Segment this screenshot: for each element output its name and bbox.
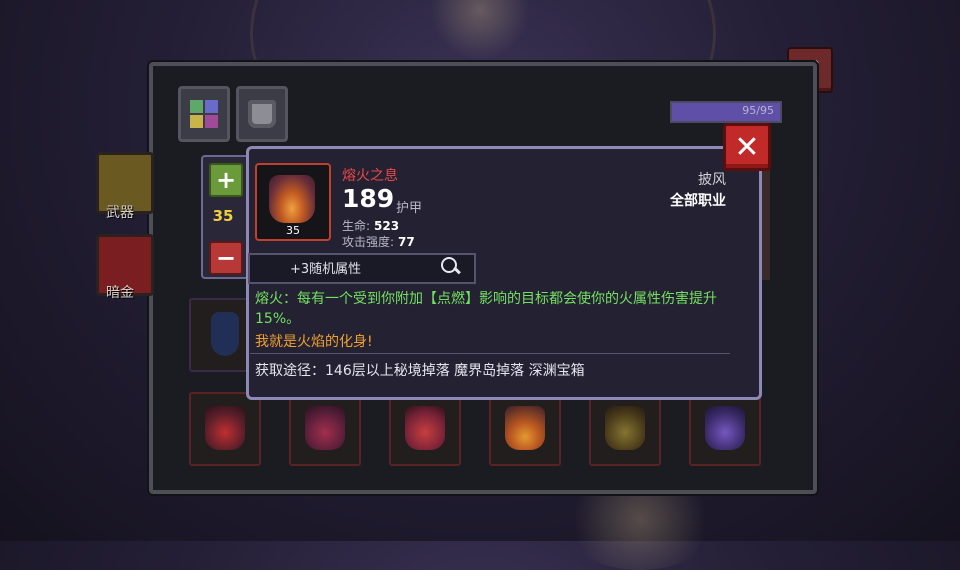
cloak-item-icon bbox=[205, 406, 245, 450]
hp-bar: 95/95 bbox=[670, 101, 782, 123]
cloak-item-icon bbox=[705, 406, 745, 450]
inventory-tab[interactable] bbox=[178, 86, 230, 142]
hp-text: 95/95 bbox=[742, 104, 774, 117]
item-level: 35 bbox=[286, 224, 300, 237]
minus-icon: − bbox=[215, 244, 237, 272]
weapon-side-label: 武器 bbox=[106, 205, 134, 221]
molten-cloak-icon bbox=[269, 175, 315, 223]
armor-icon bbox=[248, 100, 276, 128]
close-icon: ✕ bbox=[734, 129, 760, 165]
equipment-slot[interactable] bbox=[489, 392, 561, 466]
cloak-item-icon bbox=[505, 406, 545, 450]
flavor-text: 我就是火焰的化身! bbox=[255, 334, 373, 350]
stat-health: 生命: 523 bbox=[342, 219, 400, 233]
random-attributes-text: +3随机属性 bbox=[290, 262, 362, 277]
level-value: 35 bbox=[212, 207, 234, 225]
class-requirement: 全部职业 bbox=[670, 193, 726, 209]
tooltip-close-button[interactable]: ✕ bbox=[723, 123, 771, 171]
right-slot-edge bbox=[762, 170, 770, 280]
plus-icon: + bbox=[215, 166, 237, 194]
armor-value: 189 bbox=[342, 184, 395, 213]
equipment-slot[interactable] bbox=[689, 392, 761, 466]
divider bbox=[250, 353, 730, 354]
equipment-tab[interactable] bbox=[236, 86, 288, 142]
slot-type: 披风 bbox=[698, 172, 726, 188]
armor-label: 护甲 bbox=[396, 201, 423, 216]
level-increase-button[interactable]: + bbox=[209, 163, 243, 197]
cloak-item-icon bbox=[405, 406, 445, 450]
item-name: 熔火之息 bbox=[342, 168, 398, 184]
item-icon-box: 35 bbox=[255, 163, 331, 241]
equipment-slot[interactable] bbox=[189, 392, 261, 466]
level-decrease-button[interactable]: − bbox=[209, 241, 243, 275]
equipment-slot[interactable] bbox=[289, 392, 361, 466]
source-text: 获取途径：146层以上秘境掉落 魔界岛掉落 深渊宝箱 bbox=[255, 363, 585, 379]
effect-text: 熔火：每有一个受到你附加【点燃】影响的目标都会使你的火属性伤害提升15%。 bbox=[255, 291, 717, 327]
dark-gold-side-label: 暗金 bbox=[106, 285, 134, 301]
cloak-item-icon bbox=[605, 406, 645, 450]
grid-icon bbox=[190, 100, 218, 128]
cloak-item-icon bbox=[305, 406, 345, 450]
stat-attack-power: 攻击强度: 77 bbox=[342, 235, 415, 249]
equipment-slot[interactable] bbox=[589, 392, 661, 466]
equipment-slot[interactable] bbox=[389, 392, 461, 466]
cloak-item-icon bbox=[211, 312, 239, 356]
